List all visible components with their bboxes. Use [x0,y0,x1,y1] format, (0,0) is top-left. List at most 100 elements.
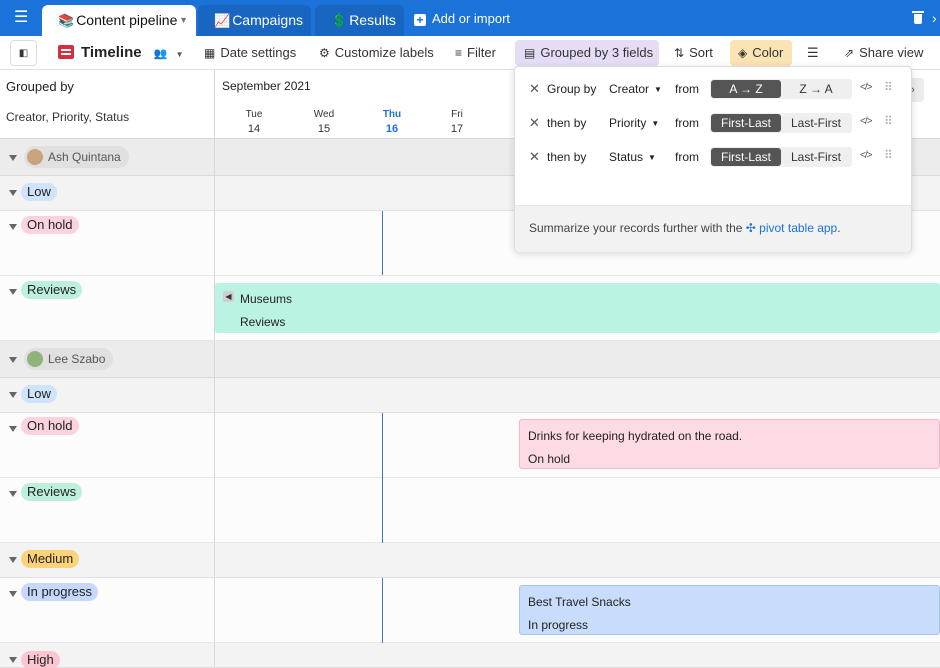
group-label: Grouped by 3 fields [540,45,654,60]
chevron-left-icon[interactable]: ◀ [223,291,234,302]
creator-chip: Ash Quintana [24,146,129,168]
top-bar: ☰ 📚 Content pipeline ▼ 📈 Campaigns 💲 Result… [0,0,940,36]
month-label: September 2021 [222,79,311,93]
group-icon: ▤ [524,46,536,60]
group-rule-row: ✕ then by Priority ▼ from First-Last Last… [515,111,913,135]
tab-content-pipeline[interactable]: 📚 Content pipeline ▼ [42,5,196,36]
group-cell: Medium [0,543,215,577]
grouped-by-fields: Creator, Priority, Status [6,110,130,124]
row-height-icon[interactable]: ☰ [807,40,819,66]
collapse-triangle-icon[interactable] [9,426,17,432]
collapse-triangle-icon[interactable] [9,557,17,563]
collapse-triangle-icon[interactable] [9,357,17,363]
field-name: Creator [609,82,650,96]
order-option[interactable]: Z → A [781,80,851,98]
order-toggle: First-Last Last-First [710,147,852,167]
group-rule-row: ✕ then by Status ▼ from First-Last Last-F… [515,145,913,169]
add-or-import-button[interactable]: + Add or import [414,10,510,28]
customize-labels-button[interactable]: ⚙ Customize labels [319,40,434,66]
status-pill: In progress [21,583,99,601]
remove-icon[interactable]: ✕ [529,116,540,130]
group-cell: Low [0,378,215,412]
field-select[interactable]: Status ▼ [609,150,656,164]
collapse-triangle-icon[interactable] [9,392,17,398]
chevron-down-icon: ▼ [651,119,660,128]
code-icon[interactable]: </> [860,150,873,161]
order-option[interactable]: First-Last [711,148,781,166]
more-icon[interactable]: › [932,10,937,26]
day-number: 17 [450,123,464,135]
collapse-triangle-icon[interactable] [9,224,17,230]
field-select[interactable]: Priority ▼ [609,116,659,130]
code-icon[interactable]: </> [860,82,873,93]
group-cell: High [0,643,215,668]
record-title: Best Travel Snacks [528,595,631,609]
chevron-down-icon: ▼ [654,85,662,94]
tab-campaigns[interactable]: 📈 Campaigns [198,5,311,36]
order-option[interactable]: First-Last [711,114,781,132]
from-label: from [675,116,699,130]
collapse-triangle-icon[interactable] [9,491,17,497]
remove-icon[interactable]: ✕ [529,150,540,164]
code-icon[interactable]: </> [860,116,873,127]
view-switcher[interactable]: Timeline 👥 ▼ [58,40,184,66]
record-card[interactable]: Drinks for keeping hydrated on the road.… [519,419,940,469]
record-card[interactable]: ◀ Museums Reviews [215,283,940,333]
chevron-down-icon[interactable]: ▼ [179,5,188,35]
hamburger-menu-icon[interactable]: ☰ [14,10,32,26]
sort-button[interactable]: ⇅ Sort [674,40,713,66]
books-icon: 📚 [58,13,75,28]
sidebar-toggle-icon[interactable]: ◧ [10,40,37,66]
people-icon: 👥 [153,48,168,60]
share-view-label: Share view [859,45,924,60]
remove-icon[interactable]: ✕ [529,82,540,96]
day-number: 15 [317,123,331,135]
avatar [27,351,43,367]
priority-group-row: Medium [0,543,940,578]
order-option[interactable]: Last-First [781,148,851,166]
today-indicator-line [382,578,383,643]
pivot-app-icon: ✣ [745,221,756,235]
collapse-triangle-icon[interactable] [9,190,17,196]
order-option[interactable]: Last-First [781,114,851,132]
order-option[interactable]: A → Z [711,80,781,98]
dollar-icon: 💲 [331,13,348,28]
date-settings-label: Date settings [220,45,297,60]
share-view-button[interactable]: ⇗ Share view [844,40,923,66]
drag-handle-icon[interactable]: ⠿ [884,81,893,93]
group-button[interactable]: ▤ Grouped by 3 fields [515,40,659,66]
view-toolbar: ◧ Timeline 👥 ▼ ▦ Date settings ⚙ Customize… [0,36,940,70]
color-button[interactable]: ◈ Color [730,40,792,66]
day-header: Tue 14 [224,108,284,136]
collapse-triangle-icon[interactable] [9,289,17,295]
tab-results[interactable]: 💲 Results [315,5,404,36]
filter-button[interactable]: ≡ Filter [455,40,496,66]
calendar-icon: ▦ [204,46,216,60]
collapse-triangle-icon[interactable] [9,657,17,663]
add-or-import-label: Add or import [432,11,511,26]
pivot-table-link[interactable]: pivot table app [759,221,837,235]
tab-label: Campaigns [232,12,304,28]
drag-handle-icon[interactable]: ⠿ [884,115,893,127]
collapse-triangle-icon[interactable] [9,155,17,161]
collapse-triangle-icon[interactable] [9,591,17,597]
record-card[interactable]: Best Travel Snacks In progress [519,585,940,635]
drag-handle-icon[interactable]: ⠿ [884,149,893,161]
day-name: Fri [451,109,463,120]
creator-chip: Lee Szabo [24,348,114,370]
today-indicator-line [382,211,383,275]
status-group-row: Reviews [0,478,940,543]
trash-icon[interactable] [912,10,924,24]
date-settings-button[interactable]: ▦ Date settings [204,40,296,66]
share-icon: ⇗ [844,46,855,60]
chevron-down-icon: ▼ [648,153,656,162]
customize-labels-label: Customize labels [334,45,434,60]
status-pill: On hold [21,417,79,435]
sort-icon: ⇅ [674,46,685,60]
field-select[interactable]: Creator ▼ [609,82,662,96]
sort-label: Sort [689,45,713,60]
day-number: 16 [385,123,399,135]
priority-group-row: Low [0,378,940,413]
priority-pill: High [21,651,60,668]
record-status: On hold [528,452,571,466]
